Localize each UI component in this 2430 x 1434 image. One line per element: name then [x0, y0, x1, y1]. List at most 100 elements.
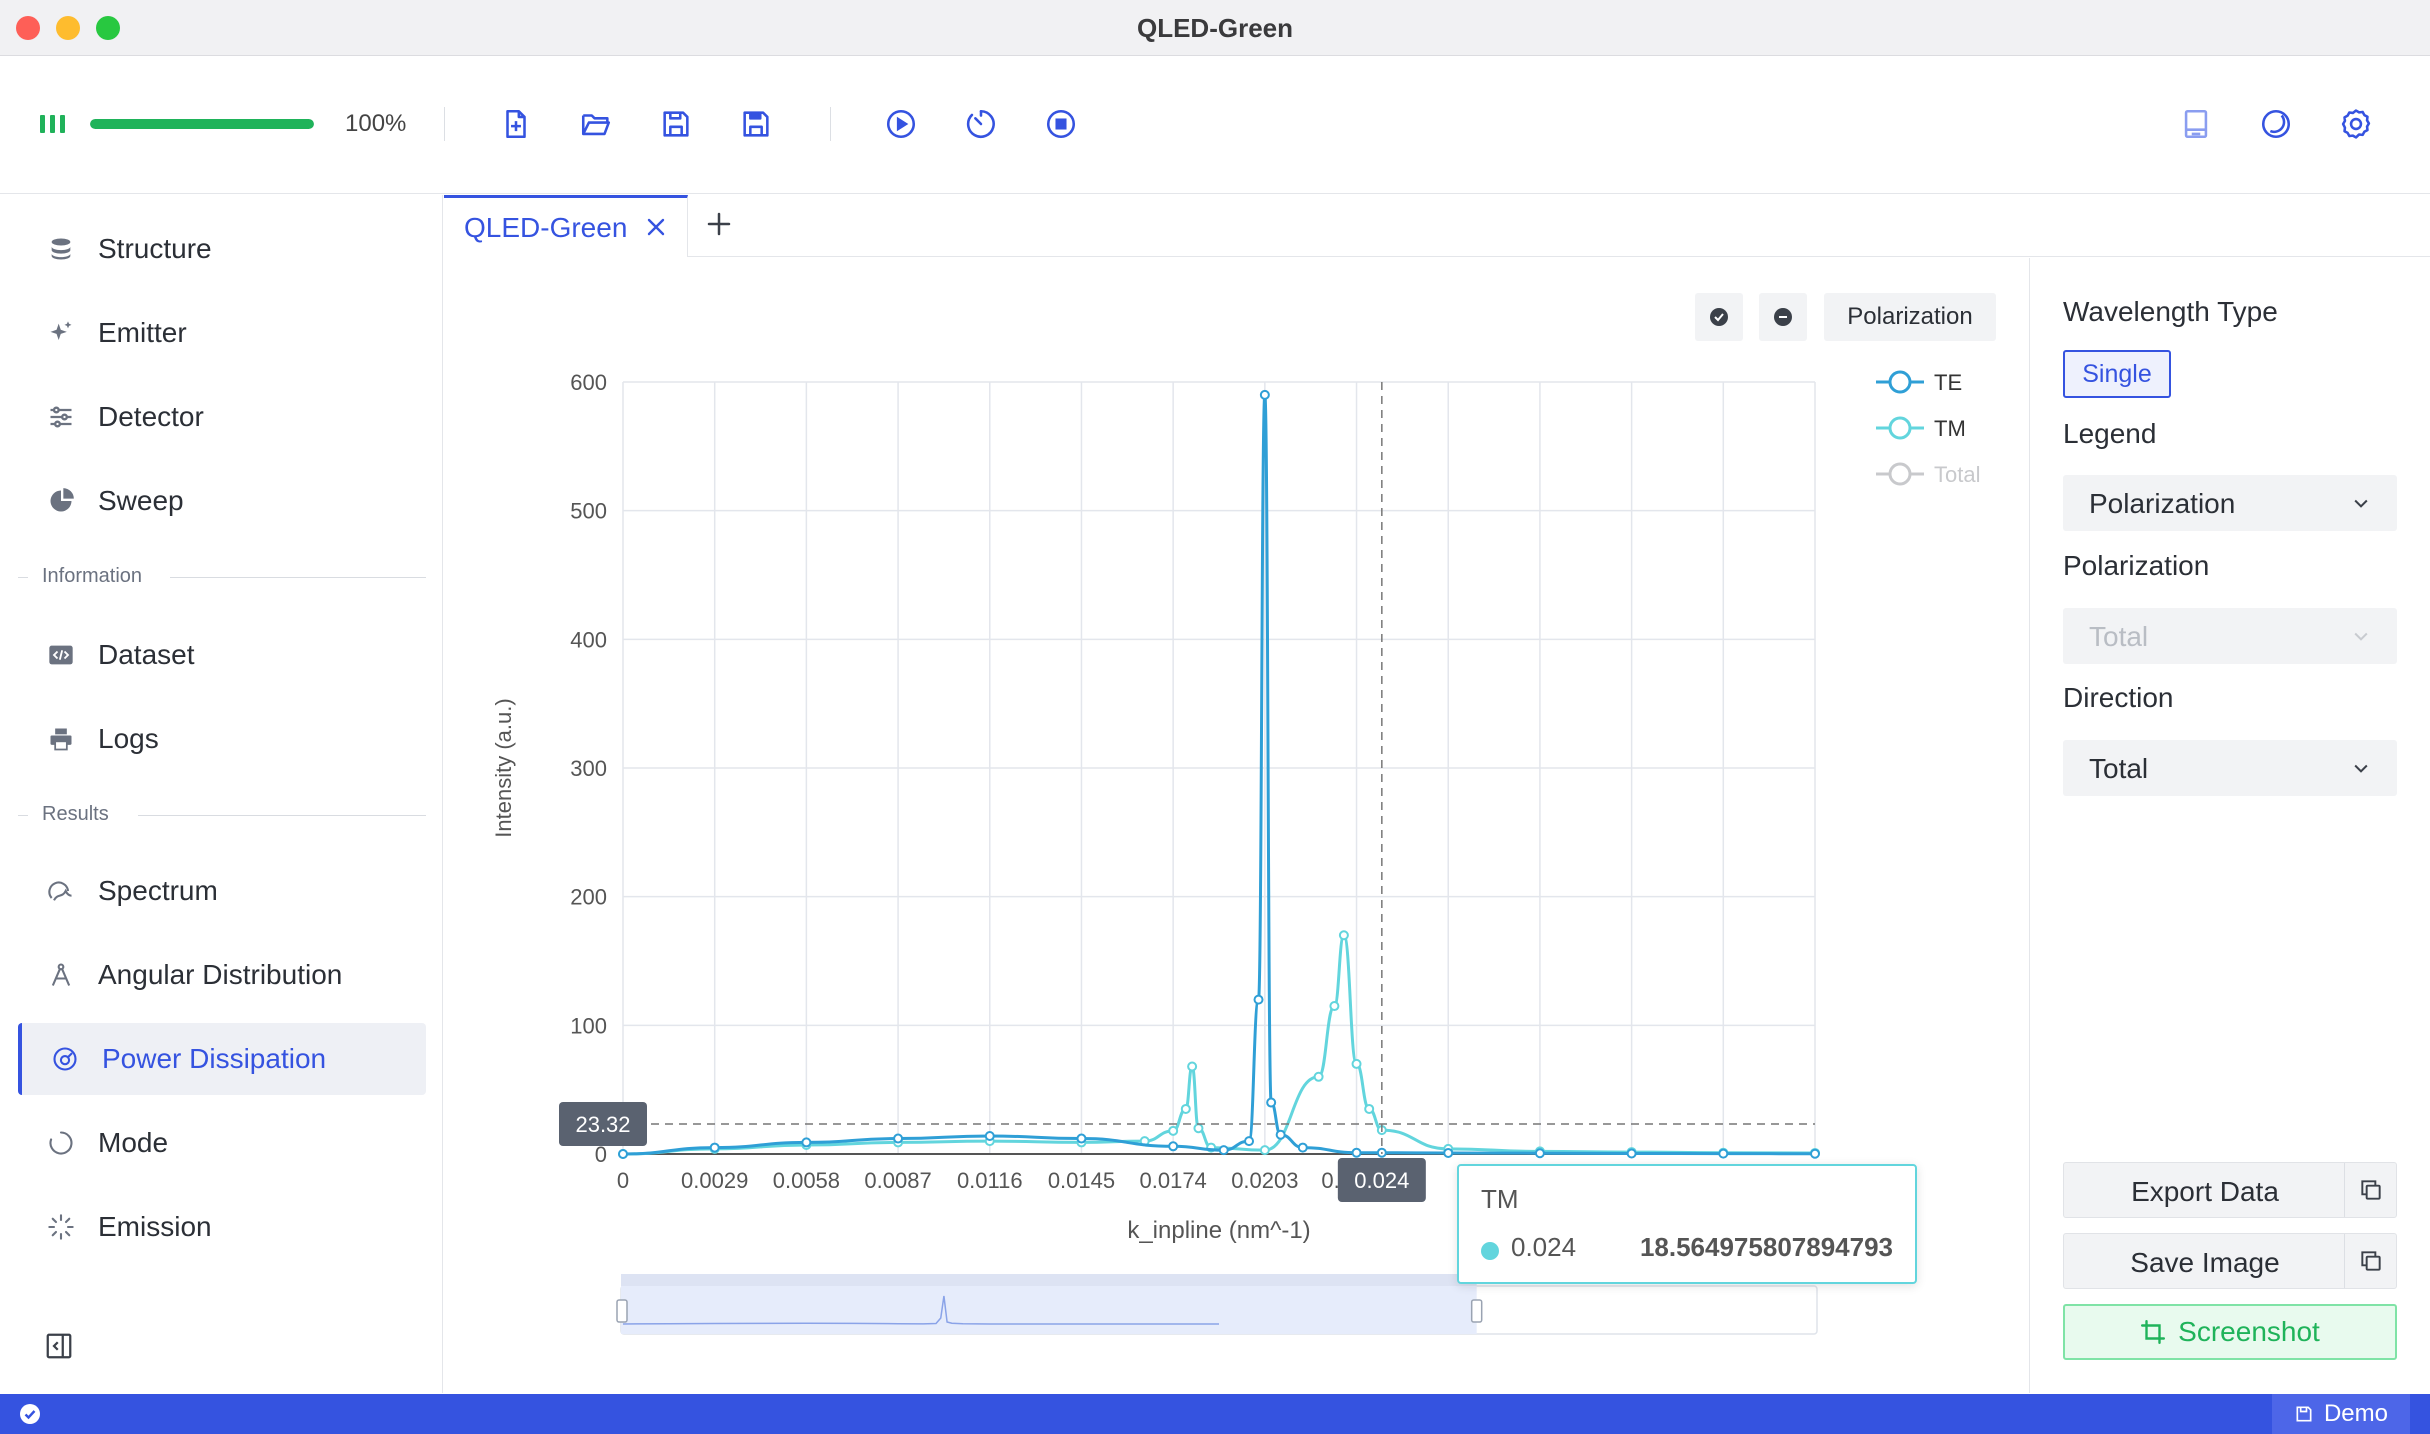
- open-folder-button[interactable]: [575, 103, 617, 145]
- status-ok-icon: [20, 1404, 40, 1424]
- sidebar-item-label: Emitter: [98, 317, 187, 348]
- settings-button[interactable]: [2335, 103, 2377, 145]
- timer-button[interactable]: [960, 103, 1002, 145]
- direction-select[interactable]: Total: [2063, 740, 2397, 796]
- sidebar-item-label: Spectrum: [98, 875, 218, 906]
- legend-label-tm: TM: [1934, 416, 1966, 441]
- save-as-button[interactable]: [735, 103, 777, 145]
- export-data-button[interactable]: Export Data: [2063, 1162, 2397, 1218]
- save-button[interactable]: [655, 103, 697, 145]
- docs-button[interactable]: [2175, 103, 2217, 145]
- sidebar-item-label: Sweep: [98, 485, 184, 516]
- y-tick-label: 500: [570, 499, 607, 524]
- run-button[interactable]: [880, 103, 922, 145]
- sidebar-item-detector[interactable]: Detector: [18, 381, 426, 453]
- new-file-button[interactable]: [495, 103, 537, 145]
- single-wavelength-button[interactable]: Single: [2063, 350, 2171, 398]
- pie-icon: [46, 486, 76, 516]
- section-results: Results: [18, 803, 426, 827]
- collapse-sidebar-button[interactable]: [44, 1331, 74, 1361]
- data-point-te: [618, 1149, 628, 1159]
- data-point-te: [709, 1142, 720, 1153]
- tab-label: QLED-Green: [464, 212, 628, 243]
- minus-toggle-button[interactable]: [1759, 293, 1807, 341]
- screenshot-button[interactable]: Screenshot: [2063, 1304, 2397, 1360]
- open-folder-icon: [581, 114, 611, 136]
- sidebar-item-logs[interactable]: Logs: [18, 703, 426, 775]
- direction-select-value: Total: [2089, 753, 2149, 784]
- x-tick-label: 0.0029: [681, 1168, 748, 1193]
- data-point-te: [1534, 1148, 1545, 1159]
- legend-label-te: TE: [1934, 370, 1962, 395]
- data-point-tm: [1338, 930, 1349, 941]
- toolbar: 100%: [0, 57, 2430, 194]
- legend-select[interactable]: Polarization: [2063, 475, 2397, 531]
- chart-panel: 0 100 200 300 400 500 600 0 0.0029 0.0058 0.0087 0.…: [444, 258, 2028, 1393]
- run-icon: [886, 109, 916, 139]
- data-point-te: [1218, 1145, 1229, 1156]
- y-axis-title: Intensity (a.u.): [491, 698, 516, 837]
- new-file-icon: [506, 109, 526, 139]
- data-point-te: [1259, 389, 1270, 400]
- zoom-handle-left[interactable]: [616, 1299, 628, 1323]
- window-title: QLED-Green: [1136, 13, 1294, 43]
- sidebar-item-label: Logs: [98, 723, 159, 754]
- sidebar-item-mode[interactable]: Mode: [18, 1107, 426, 1179]
- tab-qled-green[interactable]: QLED-Green: [444, 195, 688, 257]
- x-axis-title: k_inpline (nm^-1): [1127, 1217, 1310, 1244]
- x-tick-label: 0: [617, 1168, 629, 1193]
- data-point-te: [1351, 1147, 1362, 1158]
- sidebar-item-emission[interactable]: Emission: [18, 1191, 426, 1263]
- section-label: Information: [42, 565, 157, 588]
- sidebar-item-angular-distribution[interactable]: Angular Distribution: [18, 939, 426, 1011]
- progress-bar: [90, 119, 314, 129]
- legend-marker-te: [1888, 370, 1912, 394]
- burst-icon: [46, 1212, 76, 1242]
- section-information: Information: [18, 565, 426, 589]
- data-point-te: [1076, 1133, 1087, 1144]
- sidebar-item-dataset[interactable]: Dataset: [18, 619, 426, 691]
- options-panel: Wavelength Type Single Legend Polarizati…: [2029, 258, 2430, 1393]
- gauge-icon: [50, 1044, 80, 1074]
- polarization-select-value: Total: [2089, 621, 2149, 652]
- stop-button[interactable]: [1040, 103, 1082, 145]
- sidebar-item-emitter[interactable]: Emitter: [18, 297, 426, 369]
- add-tab-icon[interactable]: [704, 209, 734, 239]
- theme-button[interactable]: [2255, 103, 2297, 145]
- check-toggle-button[interactable]: [1695, 293, 1743, 341]
- copy-export-button[interactable]: [2344, 1163, 2396, 1217]
- demo-badge[interactable]: Demo: [2271, 1394, 2410, 1434]
- close-icon[interactable]: [644, 215, 668, 239]
- x-tick-label: 0.0145: [1048, 1168, 1115, 1193]
- toolbar-divider: [444, 107, 445, 141]
- sidebar-item-spectrum[interactable]: Spectrum: [18, 855, 426, 927]
- data-point-te: [1253, 994, 1264, 1005]
- crop-icon: [2141, 1319, 2166, 1345]
- data-point-te: [1168, 1141, 1179, 1152]
- check-circle-icon: [1710, 308, 1728, 326]
- sidebar-item-sweep[interactable]: Sweep: [18, 465, 426, 537]
- x-tick-label: 0.0203: [1231, 1168, 1298, 1193]
- legend-label-total: Total: [1934, 462, 1980, 487]
- polarization-button[interactable]: Polarization: [1824, 293, 1996, 341]
- sparkle-icon: [46, 318, 76, 348]
- save-icon: [663, 111, 689, 137]
- export-data-label: Export Data: [2131, 1176, 2279, 1207]
- stop-icon: [1046, 109, 1076, 139]
- save-image-button[interactable]: Save Image: [2063, 1233, 2397, 1289]
- zoom-handle-right[interactable]: [1470, 1299, 1483, 1323]
- sidebar-item-structure[interactable]: Structure: [18, 213, 426, 285]
- copy-image-button[interactable]: [2344, 1234, 2396, 1288]
- timer-icon: [966, 109, 995, 138]
- data-point-tm: [1180, 1103, 1191, 1114]
- sidebar-item-label: Structure: [98, 233, 212, 264]
- spectrum-icon: [46, 876, 76, 906]
- sidebar-item-power-dissipation[interactable]: Power Dissipation: [18, 1023, 426, 1095]
- sidebar: Structure Emitter Detector Sweep Informa…: [0, 195, 443, 1393]
- save-as-icon: [743, 111, 769, 137]
- save-icon: [2296, 1406, 2312, 1422]
- data-point-tm: [1364, 1103, 1375, 1114]
- x-tick-label: 0.0116: [957, 1168, 1023, 1193]
- title-bar: QLED-Green: [0, 0, 2430, 56]
- zoom-selection: [621, 1286, 1477, 1334]
